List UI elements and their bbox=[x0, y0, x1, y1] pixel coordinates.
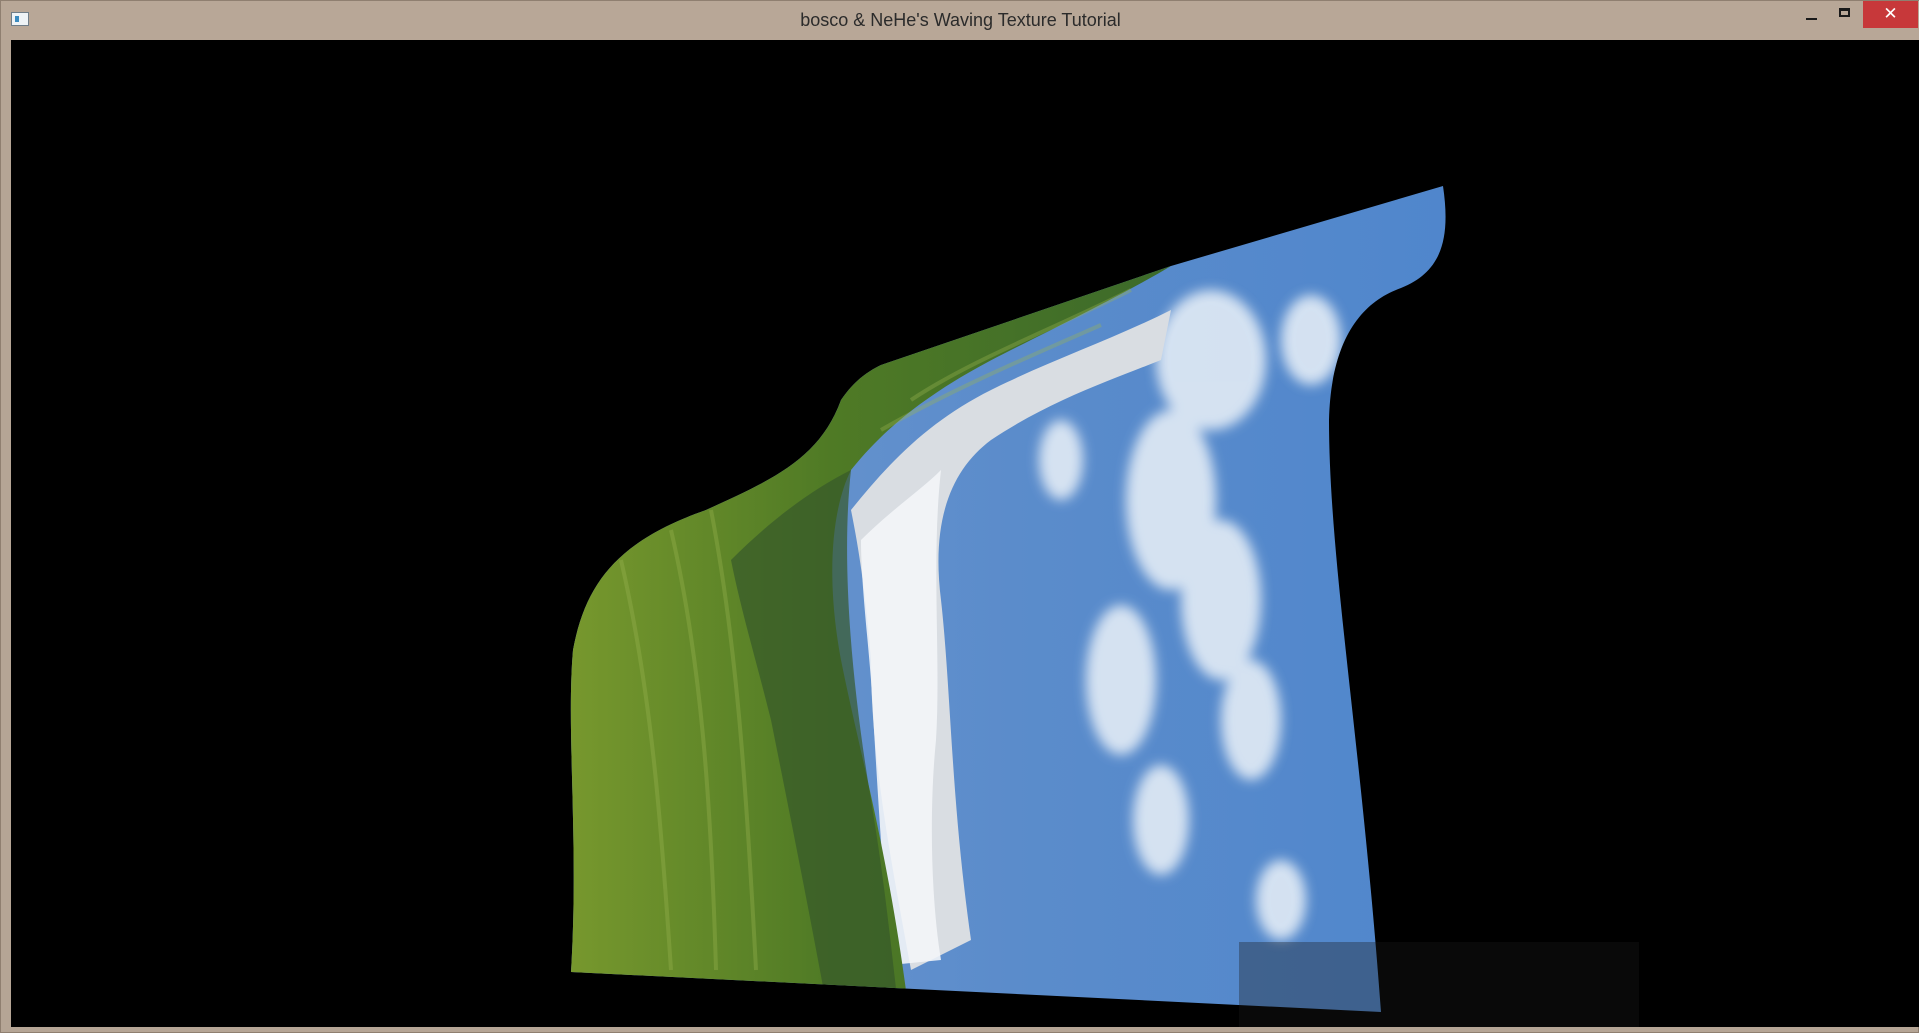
close-icon: ✕ bbox=[1883, 4, 1898, 24]
maximize-button[interactable] bbox=[1827, 1, 1863, 28]
window-title: bosco & NeHe's Waving Texture Tutorial bbox=[800, 10, 1121, 30]
title-bar[interactable]: bosco & NeHe's Waving Texture Tutorial ✕ bbox=[1, 1, 1919, 40]
waving-texture-render bbox=[570, 186, 1639, 1027]
flag-texture bbox=[570, 186, 1446, 1012]
notification-overlay bbox=[1239, 942, 1639, 1027]
app-window: bosco & NeHe's Waving Texture Tutorial ✕ bbox=[0, 0, 1919, 1033]
opengl-viewport[interactable] bbox=[11, 40, 1919, 1027]
minimize-button[interactable] bbox=[1793, 1, 1829, 28]
close-button[interactable]: ✕ bbox=[1863, 1, 1918, 28]
